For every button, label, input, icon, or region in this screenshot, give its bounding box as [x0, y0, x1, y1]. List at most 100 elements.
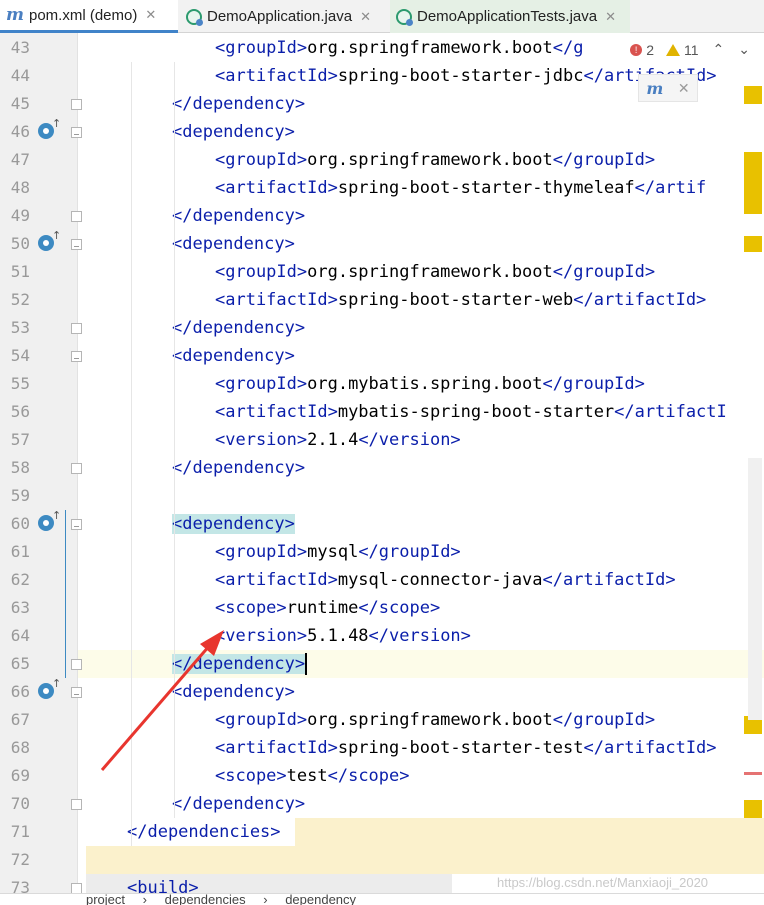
line-number: 71 [10, 822, 30, 841]
maven-reload-icon[interactable]: m [646, 79, 663, 98]
line-number: 46 [10, 122, 30, 141]
code-line[interactable]: 58 </dependency> [0, 454, 764, 482]
breadcrumb-item[interactable]: dependency [285, 894, 356, 905]
chevron-down-icon[interactable]: ⌄ [738, 41, 750, 58]
code-text: <groupId>org.springframework.boot</group… [215, 150, 656, 170]
indent-guide [174, 426, 175, 510]
line-number: 47 [10, 150, 30, 169]
code-text: <artifactId>spring-boot-starter-web</art… [215, 290, 707, 310]
fold-marker-icon[interactable] [71, 659, 82, 670]
close-icon[interactable]: ✕ [145, 7, 156, 23]
code-line[interactable]: 48 <artifactId>spring-boot-starter-thymel… [0, 174, 764, 202]
fold-marker-icon[interactable] [71, 687, 82, 698]
line-number: 56 [10, 402, 30, 421]
fold-marker-icon[interactable] [71, 883, 82, 893]
line-number: 69 [10, 766, 30, 785]
code-line[interactable]: 69 <scope>test</scope> [0, 762, 764, 790]
scroll-marker[interactable] [744, 86, 762, 104]
close-icon[interactable]: ✕ [678, 80, 690, 97]
inspection-widget[interactable]: ! 2 11 ⌃ ⌄ [630, 41, 750, 58]
code-text: </dependency> [172, 653, 308, 675]
code-text: </dependency> [172, 206, 306, 226]
line-number: 59 [10, 486, 30, 505]
code-line[interactable]: 46 ↑ <dependency> [0, 117, 764, 146]
breadcrumb: project › dependencies › dependency [0, 893, 764, 905]
line-number: 65 [10, 654, 30, 673]
code-text: <dependency> [172, 514, 295, 534]
code-line[interactable]: 57 <version>2.1.4</version> [0, 426, 764, 454]
line-number: 70 [10, 794, 30, 813]
breadcrumb-item[interactable]: dependencies [165, 894, 246, 905]
fold-marker-icon[interactable] [71, 351, 82, 362]
line-number: 45 [10, 94, 30, 113]
code-line[interactable]: 64 <version>5.1.48</version> [0, 622, 764, 650]
line-number: 60 [10, 514, 30, 533]
scroll-marker[interactable] [744, 772, 762, 775]
code-line[interactable]: 70 </dependency> [0, 790, 764, 818]
line-number: 64 [10, 626, 30, 645]
fold-marker-icon[interactable] [71, 99, 82, 110]
code-line[interactable]: 71 </dependencies> [0, 818, 764, 846]
tab-demo-application-tests[interactable]: DemoApplicationTests.java ✕ [390, 0, 630, 33]
code-line[interactable]: 54 <dependency> [0, 342, 764, 370]
fold-marker-icon[interactable] [71, 211, 82, 222]
code-line[interactable]: 50 ↑ <dependency> [0, 229, 764, 258]
breadcrumb-item[interactable]: project [86, 894, 125, 905]
code-line[interactable]: 61 <groupId>mysql</groupId> [0, 538, 764, 566]
code-text: <version>2.1.4</version> [215, 430, 461, 450]
code-line[interactable]: 47 <groupId>org.springframework.boot</gro… [0, 146, 764, 174]
code-line[interactable]: 62 <artifactId>mysql-connector-java</arti… [0, 566, 764, 594]
code-text: </dependency> [172, 94, 306, 114]
fold-marker-icon[interactable] [71, 463, 82, 474]
fold-marker-icon[interactable] [71, 799, 82, 810]
maven-icon: m [6, 5, 24, 25]
scroll-marker[interactable] [744, 800, 762, 818]
indent-guide [131, 62, 132, 846]
code-line[interactable]: 66 ↑ <dependency> [0, 677, 764, 706]
fold-marker-icon[interactable] [71, 127, 82, 138]
override-dependency-icon[interactable]: ↑ [38, 229, 61, 252]
code-text: <groupId>org.springframework.boot</g [215, 38, 584, 58]
close-icon[interactable]: ✕ [360, 9, 371, 25]
code-line[interactable]: 53 </dependency> [0, 314, 764, 342]
error-icon: ! [630, 43, 643, 56]
tab-pom-xml[interactable]: m pom.xml (demo) ✕ [0, 0, 178, 33]
fold-marker-icon[interactable] [71, 323, 82, 334]
fold-marker-icon[interactable] [71, 239, 82, 250]
code-line[interactable]: 68 <artifactId>spring-boot-starter-test</… [0, 734, 764, 762]
fold-marker-icon[interactable] [71, 519, 82, 530]
code-line[interactable]: 72 [0, 846, 764, 874]
code-line[interactable]: 52 <artifactId>spring-boot-starter-web</a… [0, 286, 764, 314]
scroll-marker[interactable] [744, 152, 762, 214]
line-number: 73 [10, 878, 30, 893]
line-number: 63 [10, 598, 30, 617]
code-editor[interactable]: 43 <groupId>org.springframework.boot</g 44… [0, 33, 764, 893]
code-line[interactable]: 60 ↑ <dependency> [0, 509, 764, 538]
code-text: <build> [127, 878, 199, 893]
close-icon[interactable]: ✕ [605, 9, 616, 25]
code-line[interactable]: 55 <groupId>org.mybatis.spring.boot</grou… [0, 370, 764, 398]
code-line[interactable]: 63 <scope>runtime</scope> [0, 594, 764, 622]
line-number: 67 [10, 710, 30, 729]
scroll-marker[interactable] [744, 236, 762, 252]
scrollbar-thumb[interactable] [748, 458, 762, 720]
code-text: <artifactId>spring-boot-starter-test</ar… [215, 738, 717, 758]
code-line[interactable]: 67 <groupId>org.springframework.boot</gro… [0, 706, 764, 734]
line-number: 58 [10, 458, 30, 477]
editor-tab-bar: m pom.xml (demo) ✕ DemoApplication.java … [0, 0, 764, 33]
code-line[interactable]: 51 <groupId>org.springframework.boot</gro… [0, 258, 764, 286]
override-dependency-icon[interactable]: ↑ [38, 677, 61, 700]
chevron-up-icon[interactable]: ⌃ [713, 41, 725, 58]
tab-demo-application[interactable]: DemoApplication.java ✕ [180, 0, 388, 33]
maven-reload-popup[interactable]: m ✕ [638, 74, 698, 102]
chevron-right-icon: › [142, 893, 147, 905]
scope-indicator [65, 510, 66, 678]
code-line[interactable]: 49 </dependency> [0, 202, 764, 230]
code-text: <dependency> [172, 234, 295, 254]
code-line[interactable]: 65 </dependency> [0, 650, 764, 678]
code-line[interactable]: 59 [0, 482, 764, 510]
code-line[interactable]: 56 <artifactId>mybatis-spring-boot-starte… [0, 398, 764, 426]
code-text: <artifactId>mysql-connector-java</artifa… [215, 570, 676, 590]
override-dependency-icon[interactable]: ↑ [38, 117, 61, 140]
override-dependency-icon[interactable]: ↑ [38, 509, 61, 532]
